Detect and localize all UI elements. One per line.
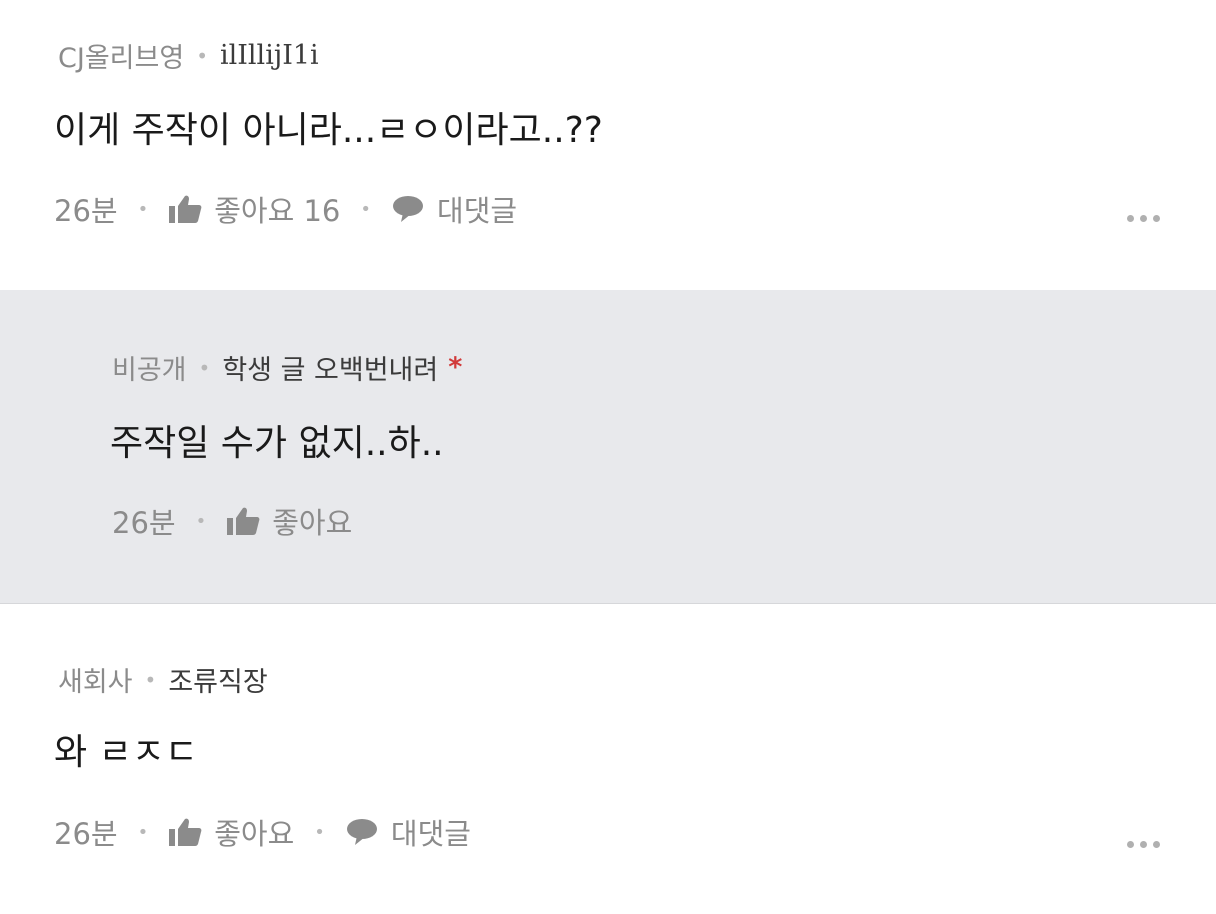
separator-dot: •	[137, 198, 149, 220]
nickname[interactable]: ilIllijI1i	[220, 40, 319, 71]
comment-text: 이게 주작이 아니라...ㄹㅇ이라고..??	[54, 110, 603, 151]
separator-dot: •	[144, 667, 157, 692]
comment-meta: CJ올리브영 • ilIllijI1i	[58, 36, 319, 75]
reply-label: 대댓글	[437, 194, 518, 228]
like-label: 좋아요	[272, 506, 353, 540]
timestamp: 26분	[54, 194, 118, 228]
thumbs-up-icon	[169, 818, 202, 846]
separator-dot: •	[314, 821, 325, 843]
separator-dot: •	[195, 510, 207, 532]
more-options-icon[interactable]	[1127, 215, 1160, 222]
timestamp: 26분	[54, 817, 118, 851]
comment-text: 와 ㄹㅈㄷ	[54, 732, 198, 773]
author-mark: *	[448, 352, 463, 383]
thumbs-up-icon	[227, 507, 260, 535]
comment-item: CJ올리브영 • ilIllijI1i 이게 주작이 아니라...ㄹㅇ이라고..…	[0, 0, 1216, 290]
more-options-icon[interactable]	[1127, 841, 1160, 848]
like-label: 좋아요	[214, 817, 295, 851]
thumbs-up-icon	[169, 195, 202, 223]
nickname[interactable]: 학생 글 오백번내려	[222, 348, 438, 387]
nickname[interactable]: 조류직장	[168, 660, 267, 699]
reply-button[interactable]: 대댓글	[391, 188, 517, 230]
like-button[interactable]: 좋아요	[226, 500, 352, 542]
separator-dot: •	[360, 198, 372, 220]
company-name: 새회사	[58, 667, 133, 698]
comment-actions: 26분 • 좋아요 16 • 대댓글	[54, 188, 517, 230]
reply-label: 대댓글	[390, 817, 471, 851]
comment-meta: 비공개 • 학생 글 오백번내려 *	[112, 348, 462, 387]
like-button[interactable]: 좋아요 16	[168, 188, 340, 230]
comment-meta: 새회사 • 조류직장	[58, 660, 268, 699]
like-label: 좋아요 16	[214, 194, 341, 228]
separator-dot: •	[196, 43, 208, 68]
timestamp: 26분	[112, 506, 176, 540]
speech-bubble-icon	[393, 196, 424, 222]
speech-bubble-icon	[346, 819, 377, 845]
comment-item: 새회사 • 조류직장 와 ㄹㅈㄷ 26분 • 좋아요 • 대댓글	[0, 605, 1216, 914]
company-name: 비공개	[112, 355, 187, 386]
separator-dot: •	[137, 821, 149, 843]
comment-actions: 26분 • 좋아요	[112, 500, 352, 542]
like-button[interactable]: 좋아요	[168, 811, 294, 853]
reply-comment-item: 비공개 • 학생 글 오백번내려 * 주작일 수가 없지..하.. 26분 • …	[0, 290, 1216, 604]
comment-text: 주작일 수가 없지..하..	[110, 423, 444, 464]
reply-button[interactable]: 대댓글	[345, 811, 471, 853]
comment-actions: 26분 • 좋아요 • 대댓글	[54, 811, 471, 853]
separator-dot: •	[198, 355, 211, 380]
company-name: CJ올리브영	[58, 43, 185, 74]
